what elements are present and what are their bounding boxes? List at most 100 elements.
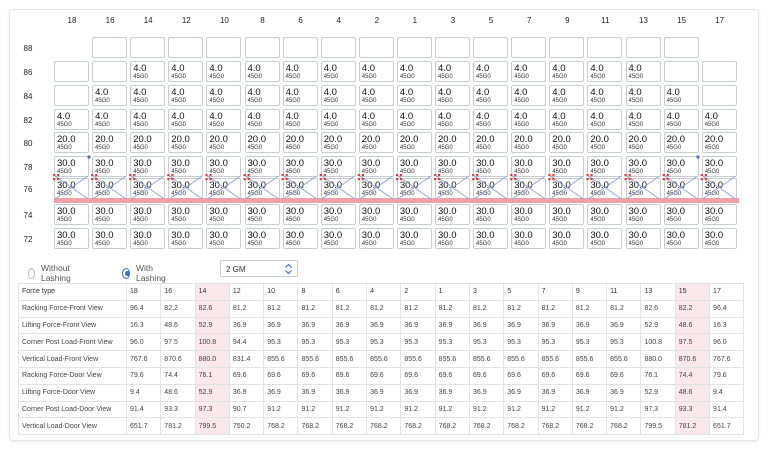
container-slot[interactable]: 30.0 45G0 xyxy=(320,228,356,249)
container-slot[interactable]: 20.0 45G0 xyxy=(130,132,166,153)
container-slot[interactable]: 4.0 45G0 xyxy=(92,85,128,106)
container-slot[interactable]: 30.0 45G0 xyxy=(206,228,242,249)
container-slot[interactable]: 4.0 45G0 xyxy=(511,85,547,106)
container-slot[interactable]: 30.0 45G0 xyxy=(320,204,356,225)
container-slot[interactable]: 30.0 45G0 xyxy=(358,178,394,199)
container-slot[interactable]: 30.0 45G0 xyxy=(92,156,128,177)
container-slot[interactable]: 30.0 45G0 xyxy=(54,204,89,225)
container-slot[interactable]: 30.0 45G0 xyxy=(92,228,128,249)
container-slot[interactable]: 30.0 45G0 xyxy=(396,178,432,199)
container-slot[interactable]: 4.0 45G0 xyxy=(396,61,432,82)
container-slot[interactable]: 20.0 45G0 xyxy=(511,132,547,153)
container-slot[interactable]: 30.0 45G0 xyxy=(244,228,280,249)
container-slot[interactable]: 30.0 45G0 xyxy=(473,204,509,225)
container-slot[interactable] xyxy=(282,37,318,58)
container-slot[interactable]: 20.0 45G0 xyxy=(358,132,394,153)
container-slot[interactable]: 4.0 45G0 xyxy=(282,61,318,82)
container-slot[interactable]: 4.0 45G0 xyxy=(92,109,128,130)
container-slot[interactable]: 30.0 45G0 xyxy=(206,178,242,199)
container-slot[interactable] xyxy=(54,85,89,106)
container-slot[interactable]: 30.0 45G0 xyxy=(358,204,394,225)
container-slot[interactable]: 30.0 45G0 xyxy=(435,204,470,225)
without-lashing-radio[interactable]: Without Lashing xyxy=(28,263,75,283)
container-slot[interactable]: 4.0 45G0 xyxy=(549,61,585,82)
container-slot[interactable]: 4.0 45G0 xyxy=(435,85,470,106)
container-slot[interactable]: 30.0 45G0 xyxy=(701,228,737,249)
container-slot[interactable]: 30.0 45G0 xyxy=(130,204,166,225)
container-slot[interactable]: 30.0 45G0 xyxy=(206,204,242,225)
container-slot[interactable]: 30.0 45G0 xyxy=(130,228,166,249)
container-slot[interactable]: 30.0 45G0 xyxy=(701,178,737,199)
container-slot[interactable]: 30.0 45G0 xyxy=(701,204,737,225)
container-slot[interactable]: 4.0 45G0 xyxy=(549,85,585,106)
container-slot[interactable]: 30.0 45G0 xyxy=(282,228,318,249)
container-slot[interactable]: 30.0 45G0 xyxy=(549,228,585,249)
container-slot[interactable] xyxy=(701,85,737,106)
container-slot[interactable]: 30.0 45G0 xyxy=(587,178,623,199)
container-slot[interactable]: 20.0 45G0 xyxy=(549,132,585,153)
container-slot[interactable] xyxy=(358,37,394,58)
container-slot[interactable]: 30.0 45G0 xyxy=(473,228,509,249)
container-slot[interactable]: 30.0 45G0 xyxy=(511,204,547,225)
container-slot[interactable]: 20.0 45G0 xyxy=(663,132,699,153)
container-slot[interactable] xyxy=(92,37,128,58)
container-slot[interactable] xyxy=(473,37,509,58)
container-slot[interactable]: 30.0 45G0 xyxy=(92,204,128,225)
container-slot[interactable]: 30.0 45G0 xyxy=(244,178,280,199)
container-slot[interactable]: 4.0 45G0 xyxy=(625,109,661,130)
container-slot[interactable] xyxy=(549,37,585,58)
container-slot[interactable]: 30.0 45G0 xyxy=(168,204,204,225)
container-slot[interactable]: 30.0 45G0 xyxy=(358,228,394,249)
container-slot[interactable]: 20.0 45G0 xyxy=(168,132,204,153)
container-slot[interactable]: 20.0 45G0 xyxy=(206,132,242,153)
container-slot[interactable]: 30.0 45G0 xyxy=(244,204,280,225)
container-slot[interactable]: 4.0 45G0 xyxy=(587,85,623,106)
container-slot[interactable]: 4.0 45G0 xyxy=(663,85,699,106)
container-slot[interactable] xyxy=(663,37,699,58)
container-slot[interactable] xyxy=(92,61,128,82)
container-slot[interactable]: 30.0 45G0 xyxy=(282,178,318,199)
container-slot[interactable]: 30.0 45G0 xyxy=(435,228,470,249)
container-slot[interactable]: 30.0 45G0 xyxy=(587,204,623,225)
container-slot[interactable]: 30.0 45G0 xyxy=(396,156,432,177)
container-slot[interactable]: 4.0 45G0 xyxy=(168,61,204,82)
container-slot[interactable]: 30.0 45G0 xyxy=(282,204,318,225)
container-slot[interactable]: 4.0 45G0 xyxy=(206,109,242,130)
container-slot[interactable]: 20.0 45G0 xyxy=(320,132,356,153)
container-slot[interactable]: 30.0 45G0 xyxy=(320,156,356,177)
container-slot[interactable]: 30.0 45G0 xyxy=(168,228,204,249)
container-slot[interactable]: 30.0 45G0 xyxy=(54,228,89,249)
container-slot[interactable]: 4.0 45G0 xyxy=(663,109,699,130)
container-slot[interactable]: 30.0 45G0 xyxy=(92,178,128,199)
container-slot[interactable]: 20.0 45G0 xyxy=(701,132,737,153)
container-slot[interactable]: 4.0 45G0 xyxy=(473,85,509,106)
container-slot[interactable]: 30.0 45G0 xyxy=(320,178,356,199)
container-slot[interactable] xyxy=(130,37,166,58)
container-slot[interactable]: 30.0 45G0 xyxy=(511,178,547,199)
container-slot[interactable]: 20.0 45G0 xyxy=(92,132,128,153)
container-slot[interactable] xyxy=(511,37,547,58)
container-slot[interactable]: 4.0 45G0 xyxy=(587,61,623,82)
container-slot[interactable]: 30.0 45G0 xyxy=(435,178,470,199)
container-slot[interactable]: 30.0 45G0 xyxy=(435,156,470,177)
container-slot[interactable]: 4.0 45G0 xyxy=(435,109,470,130)
container-slot[interactable]: 30.0 45G0 xyxy=(244,156,280,177)
container-slot[interactable]: 4.0 45G0 xyxy=(511,109,547,130)
container-slot[interactable]: 30.0 45G0 xyxy=(282,156,318,177)
container-slot[interactable]: 4.0 45G0 xyxy=(244,85,280,106)
container-slot[interactable]: 30.0 45G0 xyxy=(663,178,699,199)
container-slot[interactable]: 30.0 45G0 xyxy=(473,178,509,199)
container-slot[interactable] xyxy=(244,37,280,58)
container-slot[interactable]: 30.0 45G0 xyxy=(701,156,737,177)
container-slot[interactable]: 4.0 45G0 xyxy=(473,109,509,130)
container-slot[interactable]: 4.0 45G0 xyxy=(168,85,204,106)
container-slot[interactable]: 30.0 45G0 xyxy=(625,228,661,249)
container-slot[interactable]: 30.0 45G0 xyxy=(587,156,623,177)
container-slot[interactable]: 4.0 45G0 xyxy=(130,109,166,130)
with-lashing-radio[interactable]: With Lashing xyxy=(122,263,169,283)
container-slot[interactable]: 30.0 45G0 xyxy=(549,204,585,225)
container-slot[interactable]: 4.0 45G0 xyxy=(358,61,394,82)
container-slot[interactable]: 30.0 45G0 xyxy=(54,178,89,199)
container-slot[interactable]: 30.0 45G0 xyxy=(168,178,204,199)
container-slot[interactable]: 30.0 45G0 xyxy=(206,156,242,177)
